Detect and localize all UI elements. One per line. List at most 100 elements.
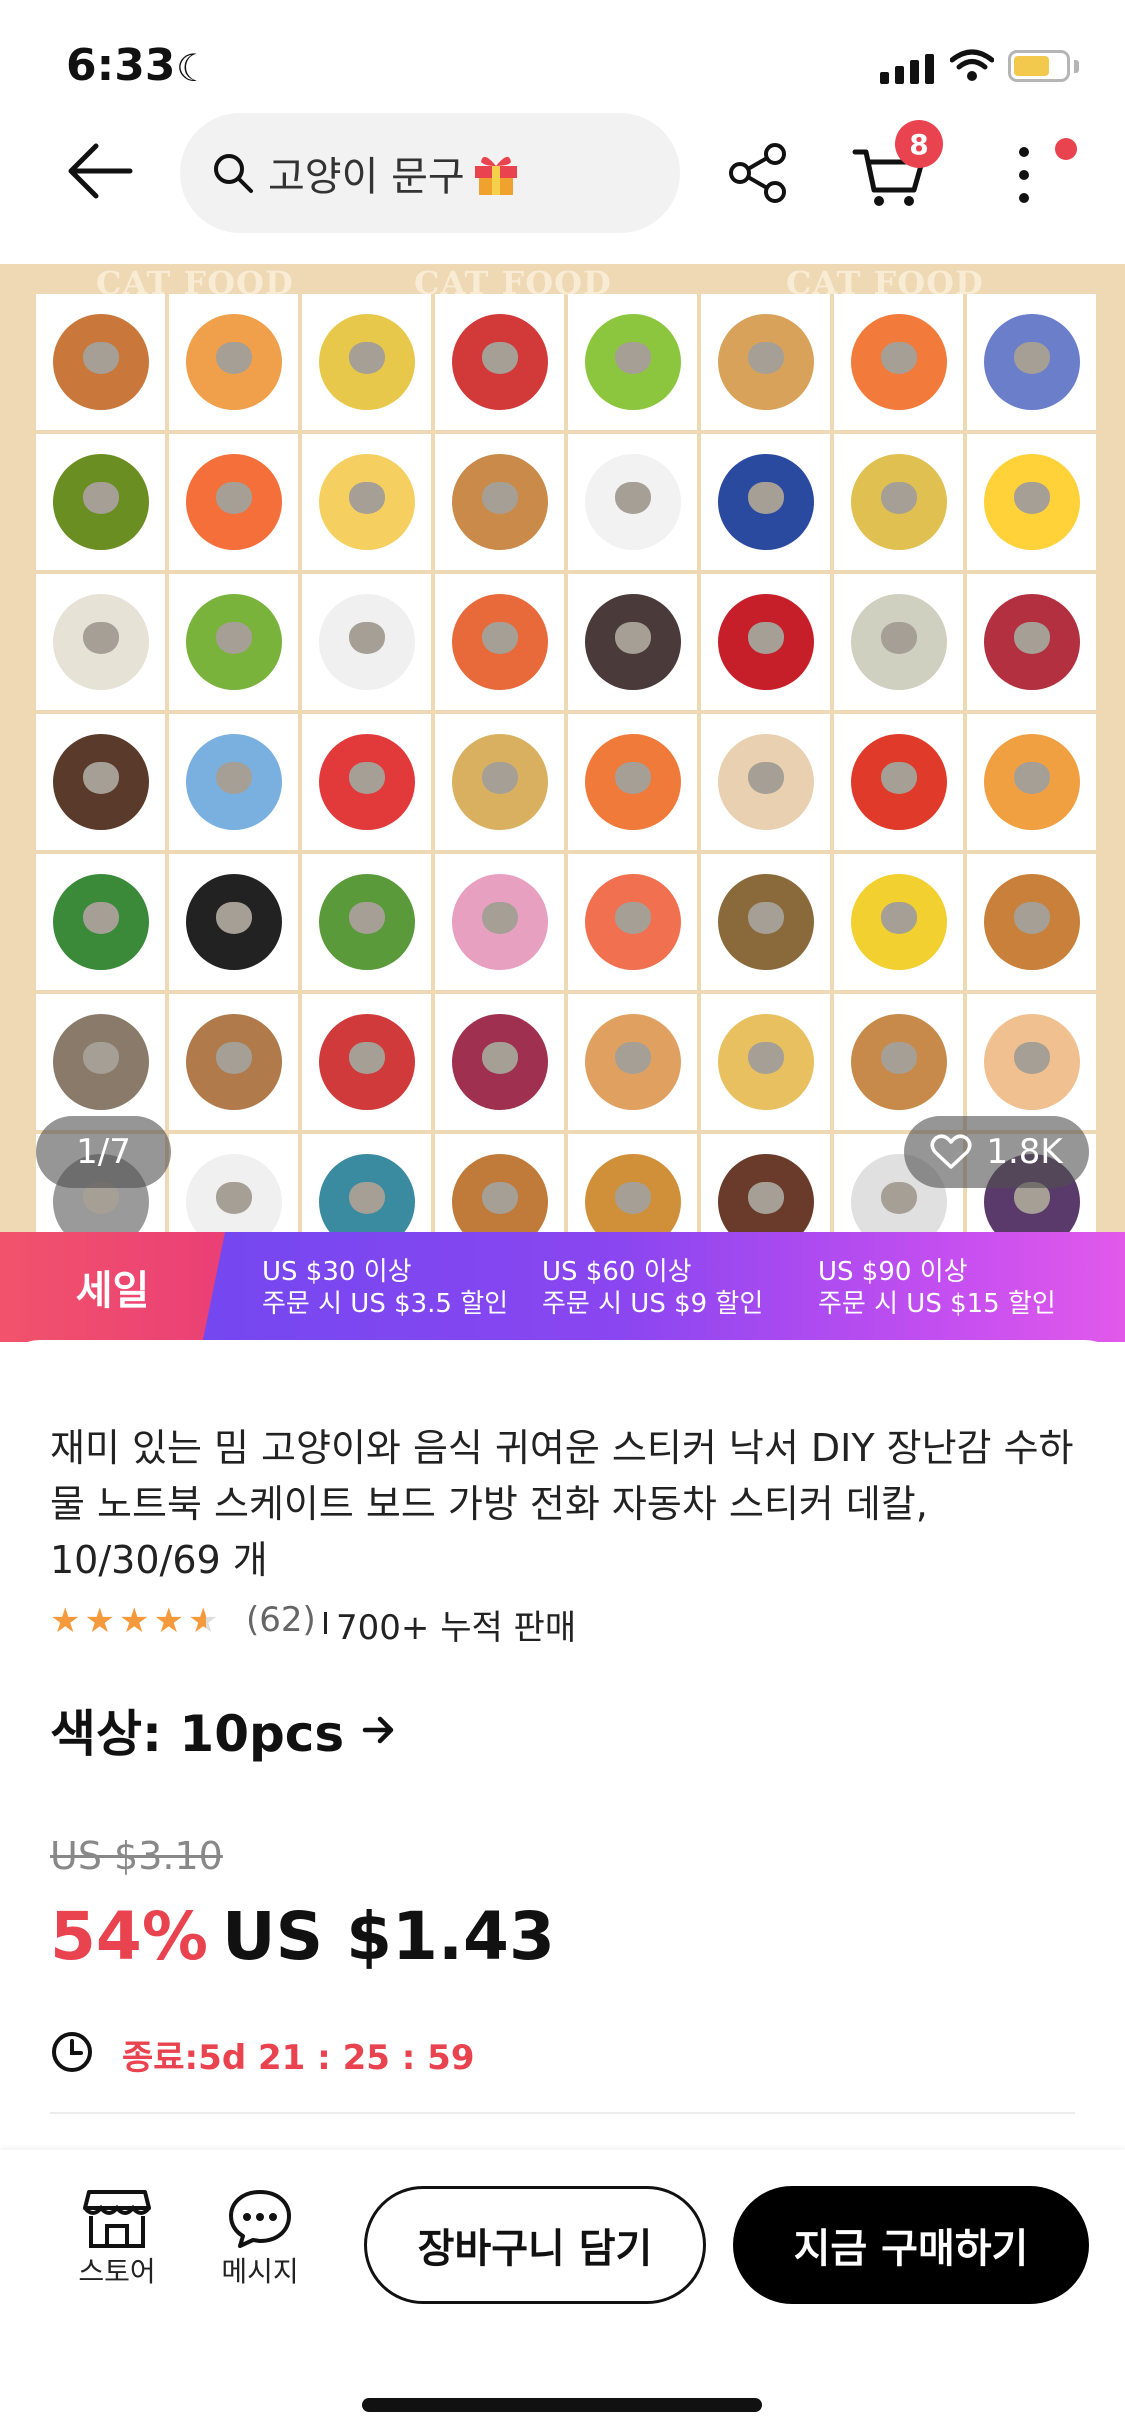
half-star-icon: ★: [187, 1601, 219, 1641]
star-icon: ★: [118, 1601, 150, 1641]
sticker-item: [568, 994, 697, 1130]
discount-percent: 54%: [50, 1898, 208, 1975]
sticker-item: [36, 854, 165, 990]
sticker-item: [568, 714, 697, 850]
wifi-icon: [950, 49, 994, 81]
countdown-timer: 종료:5d 21 : 25 : 59: [122, 2038, 475, 2078]
sticker-item: [568, 434, 697, 570]
product-image[interactable]: CAT FOOD CAT FOOD CAT FOOD: [0, 264, 1125, 1254]
sticker-item: [967, 714, 1096, 850]
heart-icon: [930, 1134, 972, 1169]
cart-count-badge: 8: [895, 120, 943, 168]
store-tab[interactable]: 스토어: [72, 2188, 162, 2290]
sticker-item: [967, 574, 1096, 710]
sticker-item: [36, 994, 165, 1130]
battery-tip: [1074, 60, 1079, 73]
sticker-item: [435, 294, 564, 430]
notification-dot: [1055, 138, 1077, 160]
sticker-item: [701, 994, 830, 1130]
sticker-item: [169, 574, 298, 710]
star-icon: ★: [84, 1601, 115, 1641]
sticker-item: [834, 994, 963, 1130]
sticker-item: [36, 434, 165, 570]
sticker-item: [302, 294, 431, 430]
sticker-item: [435, 434, 564, 570]
sticker-item: [967, 994, 1096, 1130]
sticker-item: [435, 574, 564, 710]
back-arrow-icon[interactable]: [66, 142, 134, 200]
sticker-item: [435, 854, 564, 990]
message-tab[interactable]: 메시지: [212, 2188, 308, 2290]
search-icon: [214, 154, 253, 193]
review-count[interactable]: (62): [246, 1600, 316, 1640]
sticker-item: [701, 714, 830, 850]
like-count: 1.8K: [986, 1132, 1063, 1172]
sticker-item: [834, 714, 963, 850]
divider: [50, 2112, 1075, 2114]
color-selector[interactable]: 색상: 10pcs: [50, 1694, 396, 1766]
moon-icon: ☾: [176, 46, 211, 90]
sticker-item: [169, 714, 298, 850]
sticker-item: [302, 994, 431, 1130]
sticker-item: [36, 294, 165, 430]
promo-tier-2: US $60 이상 주문 시 US $9 할인: [542, 1257, 764, 1319]
sticker-item: [568, 854, 697, 990]
color-option-label: 색상: 10pcs: [50, 1705, 345, 1763]
sticker-item: [568, 294, 697, 430]
share-icon[interactable]: [727, 142, 789, 204]
separator: [324, 1612, 327, 1634]
sales-count: 700+ 누적 판매: [336, 1608, 577, 1648]
search-input[interactable]: 고양이 문구: [180, 113, 680, 233]
sticker-item: [435, 994, 564, 1130]
sticker-item: [169, 854, 298, 990]
product-title: 재미 있는 밈 고양이와 음식 귀여운 스티커 낙서 DIY 장난감 수하물 노…: [50, 1426, 1074, 1582]
clock-icon: [52, 2032, 92, 2072]
original-price: US $3.10: [50, 1834, 223, 1878]
image-page-indicator: 1/7: [36, 1116, 171, 1188]
sticker-item: [302, 714, 431, 850]
rating-stars: ★ ★ ★ ★ ★: [50, 1604, 218, 1638]
sticker-item: [701, 574, 830, 710]
buy-now-button[interactable]: 지금 구매하기: [733, 2186, 1089, 2304]
sticker-item: [435, 714, 564, 850]
promo-tier-1: US $30 이상 주문 시 US $3.5 할인: [262, 1257, 509, 1319]
arrow-right-icon: [362, 1716, 394, 1744]
sticker-item: [169, 294, 298, 430]
promo-tier-3: US $90 이상 주문 시 US $15 할인: [818, 1257, 1056, 1319]
battery-icon: [1008, 50, 1070, 82]
sticker-item: [36, 714, 165, 850]
like-button[interactable]: 1.8K: [904, 1116, 1089, 1188]
more-options-icon[interactable]: [1014, 144, 1034, 206]
sticker-item: [302, 574, 431, 710]
home-indicator[interactable]: [362, 2398, 762, 2412]
sticker-item: [302, 434, 431, 570]
sticker-item: [169, 434, 298, 570]
sticker-item: [834, 574, 963, 710]
chat-bubble-icon: [229, 2190, 291, 2248]
sticker-item: [302, 854, 431, 990]
search-query: 고양이 문구: [268, 154, 465, 200]
sticker-item: [967, 294, 1096, 430]
sale-tag: 세일: [0, 1232, 225, 1342]
sticker-item: [701, 434, 830, 570]
sticker-item: [834, 434, 963, 570]
status-time: 6:33: [66, 40, 176, 91]
store-label: 스토어: [78, 2255, 156, 2288]
sticker-item: [701, 854, 830, 990]
sticker-item: [967, 854, 1096, 990]
sticker-item: [36, 574, 165, 710]
sticker-item: [834, 294, 963, 430]
sticker-item: [834, 854, 963, 990]
store-icon: [83, 2190, 151, 2248]
star-icon: ★: [50, 1601, 81, 1641]
sticker-grid: [36, 294, 1096, 1254]
star-icon: ★: [153, 1601, 184, 1641]
sale-price: US $1.43: [222, 1898, 555, 1975]
message-label: 메시지: [221, 2255, 299, 2288]
sticker-item: [967, 434, 1096, 570]
sticker-item: [701, 294, 830, 430]
cellular-signal-icon: [880, 52, 934, 84]
gift-icon: [474, 156, 517, 195]
add-to-cart-button[interactable]: 장바구니 담기: [364, 2186, 706, 2304]
sticker-item: [169, 994, 298, 1130]
